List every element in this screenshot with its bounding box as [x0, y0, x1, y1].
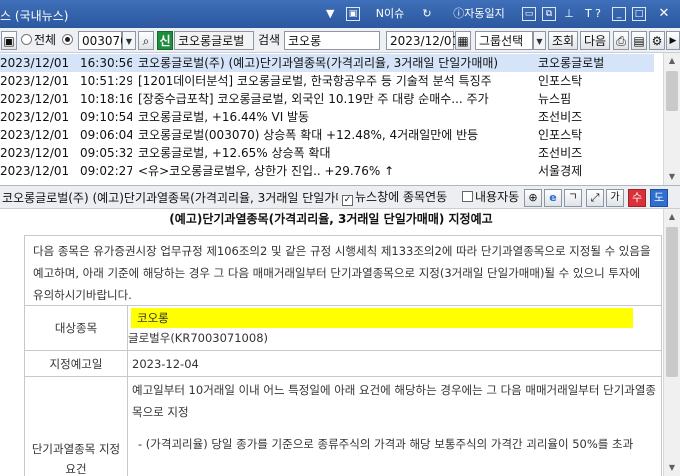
- criteria-cell: 예고일부터 10거래일 이내 어느 특정일에 아래 요건에 해당하는 경우에는 …: [127, 376, 662, 476]
- query-button[interactable]: 조회: [548, 31, 578, 50]
- news-window: 스 (국내뉴스) ▼ ▣ N이슈 ↻ ⓘ자동일지 ▭ ⧉ ⊥ T ? _ □ ✕…: [0, 0, 680, 476]
- news-row[interactable]: 2023/12/01 09:05:32 코오롱글로벌, +12.65% 상승폭 …: [0, 144, 654, 162]
- scroll-up-icon[interactable]: ▲: [664, 209, 680, 225]
- lock-icon[interactable]: ▤: [631, 31, 647, 50]
- news-detail: (예고)단기과열종목(가격괴리율, 3거래일 단일가매매) 지정예고 다음 종목…: [0, 209, 680, 476]
- scroll-up-icon[interactable]: ▲: [664, 53, 680, 69]
- criteria-line2: - (가격괴리율) 당일 종가를 기준으로 종류주식의 가격과 해당 보통주식의…: [138, 437, 634, 451]
- pin-icon[interactable]: ⊥: [562, 6, 576, 22]
- criteria-label: 단기과열종목 지정 요건: [24, 376, 128, 476]
- font-size-icon[interactable]: ㄱ: [564, 189, 582, 207]
- search-toolbar: ▣ 전체 003070 ▼ ⌕ 신 코오롱글로벌 검색 코오롱 2023/12/…: [0, 28, 680, 53]
- target-name: 코오롱: [131, 308, 633, 328]
- stock-code-input[interactable]: 003070: [78, 31, 128, 50]
- maximize-icon[interactable]: □: [632, 7, 646, 21]
- sin-badge: 신: [157, 31, 173, 50]
- date-label: 지정예고일: [24, 350, 128, 377]
- chk-news-window[interactable]: ✓ 뉴스창에 종목연동: [342, 188, 460, 207]
- radio-code-circle: [62, 34, 73, 45]
- news-list-scrollbar[interactable]: ▲ ▼: [663, 53, 680, 185]
- news-row[interactable]: 2023/12/01 09:02:27 <유>코오롱글로벌우, 상한가 진입..…: [0, 162, 654, 180]
- auto-log-button[interactable]: ⓘ자동일지: [446, 6, 512, 22]
- search-input[interactable]: 코오롱: [284, 31, 380, 50]
- title-bar: 스 (국내뉴스) ▼ ▣ N이슈 ↻ ⓘ자동일지 ▭ ⧉ ⊥ T ? _ □ ✕: [0, 0, 680, 28]
- news-row[interactable]: 2023/12/01 09:10:54 코오롱글로벌, +16.44% VI 발…: [0, 108, 654, 126]
- detail-toolbar: 코오롱글로벌(주) (예고)단기과열종목(가격괴리율, 3거래일 단일가매매) …: [0, 185, 680, 209]
- gear-icon[interactable]: ⚙: [649, 31, 665, 50]
- news-row[interactable]: 2023/12/01 10:18:16 [장중수급포착] 코오롱글로벌, 외국인…: [0, 90, 654, 108]
- notice-text: 다음 종목은 유가증권시장 업무규정 제106조의2 및 같은 규정 시행세칙 …: [24, 235, 662, 305]
- detail-heading: (예고)단기과열종목(가격괴리율, 3거래일 단일가매매) 지정예고: [169, 212, 493, 226]
- check-icon: ✓: [342, 195, 353, 206]
- scroll-down-icon[interactable]: ▼: [664, 169, 680, 185]
- minimize-icon[interactable]: _: [612, 7, 626, 21]
- scroll-right-icon[interactable]: ▶: [666, 31, 680, 50]
- table-row: 단기과열종목 지정 요건 예고일부터 10거래일 이내 어느 특정일에 아래 요…: [24, 376, 662, 476]
- radio-code[interactable]: [62, 31, 76, 50]
- dropdown-icon[interactable]: ▼: [326, 6, 334, 22]
- detail-scrollbar[interactable]: ▲ ▼: [663, 209, 680, 476]
- nisu-button[interactable]: N이슈: [370, 6, 410, 22]
- zoom-icon[interactable]: ⊕: [524, 189, 542, 207]
- detail-title: 코오롱글로벌(주) (예고)단기과열종목(가격괴리율, 3거래일 단일가매매): [2, 191, 338, 205]
- scroll-thumb[interactable]: [666, 227, 678, 377]
- info-icon: ⓘ: [453, 7, 465, 20]
- su-button[interactable]: 수: [628, 189, 646, 207]
- table-row: 대상종목 코오롱 글로벌우(KR7003071008): [24, 305, 662, 351]
- detail-table: 대상종목 코오롱 글로벌우(KR7003071008) 지정예고일 2023-1…: [24, 305, 662, 476]
- chk-auto[interactable]: 내용자동: [462, 188, 524, 207]
- target-code: 글로벌우(KR7003071008): [128, 331, 268, 345]
- refresh-icon[interactable]: ↻: [418, 6, 436, 22]
- code-dropdown-icon[interactable]: ▼: [122, 31, 136, 50]
- browser-icon[interactable]: e: [544, 189, 562, 207]
- news-row[interactable]: 2023/12/01 10:51:29 [1201데이터분석] 코오롱글로벌, …: [0, 72, 654, 90]
- scroll-thumb[interactable]: [666, 71, 678, 111]
- help-button[interactable]: T ?: [580, 6, 606, 22]
- target-cell: 코오롱 글로벌우(KR7003071008): [127, 305, 662, 351]
- expand-icon[interactable]: ⤢: [586, 189, 604, 207]
- news-row[interactable]: 2023/12/01 09:06:04 코오롱글로벌(003070) 상승폭 확…: [0, 126, 654, 144]
- news-list: 2023/12/01 16:30:56 코오롱글로벌(주) (예고)단기과열종목…: [0, 53, 680, 185]
- group-select[interactable]: 그룹선택: [475, 31, 533, 50]
- search-icon[interactable]: ⌕: [138, 31, 154, 50]
- font-style-icon[interactable]: 가: [606, 189, 624, 207]
- table-row: 지정예고일 2023-12-04: [24, 350, 662, 377]
- do-button[interactable]: 도: [650, 189, 668, 207]
- stock-name-field: 코오롱글로벌: [174, 31, 254, 50]
- date-input[interactable]: 2023/12/01: [386, 31, 459, 50]
- close-icon[interactable]: ✕: [656, 6, 672, 22]
- screen-icon[interactable]: ▣: [346, 7, 360, 21]
- radio-all-circle: [21, 34, 32, 45]
- checkbox-icon: [462, 191, 473, 202]
- group-dropdown-icon[interactable]: ▼: [533, 31, 546, 50]
- window-title: 스 (국내뉴스): [0, 9, 69, 23]
- copy-icon[interactable]: ⧉: [542, 7, 556, 21]
- target-label: 대상종목: [24, 305, 128, 351]
- date-value: 2023-12-04: [127, 350, 662, 377]
- memo-icon[interactable]: ▭: [522, 7, 536, 21]
- scroll-down-icon[interactable]: ▼: [664, 460, 680, 476]
- next-button[interactable]: 다음: [580, 31, 610, 50]
- calendar-icon[interactable]: ▦: [455, 31, 471, 50]
- menu-icon[interactable]: ▣: [1, 31, 17, 50]
- print-icon[interactable]: ⎙: [613, 31, 629, 50]
- news-row[interactable]: 2023/12/01 16:30:56 코오롱글로벌(주) (예고)단기과열종목…: [0, 54, 654, 72]
- criteria-line1: 예고일부터 10거래일 이내 어느 특정일에 아래 요건에 해당하는 경우에는 …: [132, 383, 657, 419]
